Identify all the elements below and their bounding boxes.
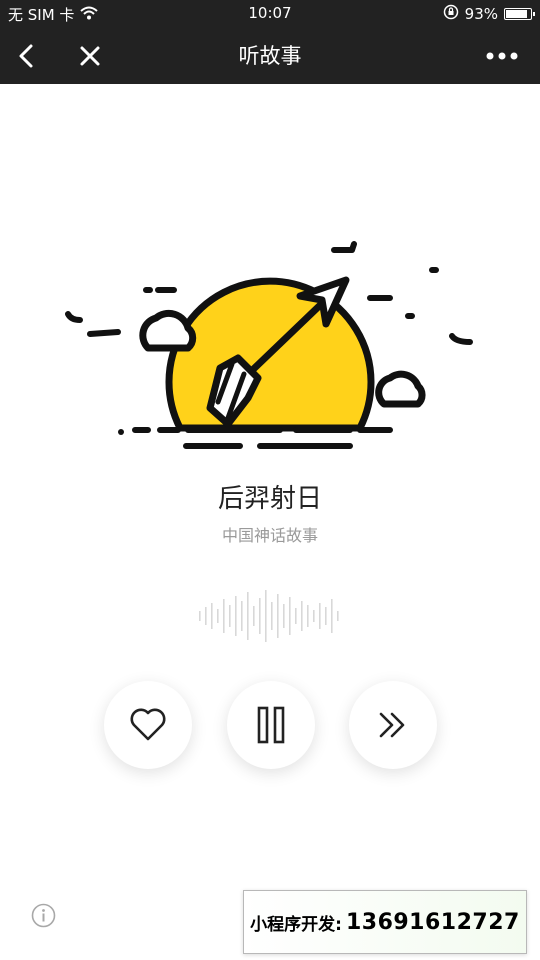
fast-forward-icon: [379, 712, 405, 738]
waveform-bar: [313, 610, 315, 622]
more-icon: [486, 52, 518, 60]
battery-fill: [506, 10, 527, 18]
banner-phone: 13691612727: [345, 909, 520, 935]
info-button[interactable]: [31, 903, 56, 932]
waveform-bar: [337, 611, 339, 621]
story-category: 中国神话故事: [221, 526, 318, 545]
waveform-bar: [217, 609, 219, 623]
waveform-bar: [199, 611, 201, 621]
waveform-bar: [289, 597, 291, 635]
cloud-right-icon: [375, 370, 426, 408]
waveform-bar: [301, 601, 303, 631]
nav-bar: 听故事: [0, 28, 540, 84]
orientation-lock-icon: [443, 4, 459, 24]
developer-contact-banner[interactable]: 小程序开发: 13691612727: [243, 890, 527, 954]
waveform-bar: [271, 602, 273, 630]
status-bar: 无 SIM 卡 10:07 93%: [0, 0, 540, 28]
pause-icon: [257, 706, 285, 744]
story-illustration: [65, 241, 473, 449]
info-icon: [31, 903, 56, 928]
story-title: 后羿射日: [217, 484, 322, 514]
cloud-left-icon: [139, 309, 197, 352]
heart-icon: [130, 708, 166, 741]
battery-percent: 93%: [464, 5, 498, 23]
page-title: 听故事: [238, 44, 302, 68]
audio-waveform: [199, 590, 339, 642]
waveform-bar: [229, 605, 231, 627]
waveform-bar: [247, 592, 249, 640]
waveform-bar: [235, 596, 237, 636]
pause-button[interactable]: [227, 681, 315, 769]
waveform-bar: [265, 590, 267, 642]
waveform-bar: [325, 607, 327, 625]
waveform-bar: [259, 598, 261, 634]
favorite-button[interactable]: [104, 681, 192, 769]
waveform-bar: [211, 603, 213, 629]
waveform-bar: [277, 594, 279, 638]
status-right: 93%: [443, 4, 535, 24]
next-button[interactable]: [349, 681, 437, 769]
waveform-bar: [307, 605, 309, 627]
waveform-bar: [223, 599, 225, 633]
waveform-bar: [331, 599, 333, 633]
waveform-bar: [319, 603, 321, 629]
waveform-bar: [295, 608, 297, 624]
waveform-bar: [241, 601, 243, 631]
banner-label: 小程序开发:: [250, 914, 342, 935]
waveform-bar: [283, 604, 285, 628]
waveform-bar: [253, 606, 255, 626]
battery-icon: [504, 8, 535, 20]
waveform-bar: [205, 607, 207, 625]
more-button[interactable]: [482, 38, 522, 74]
